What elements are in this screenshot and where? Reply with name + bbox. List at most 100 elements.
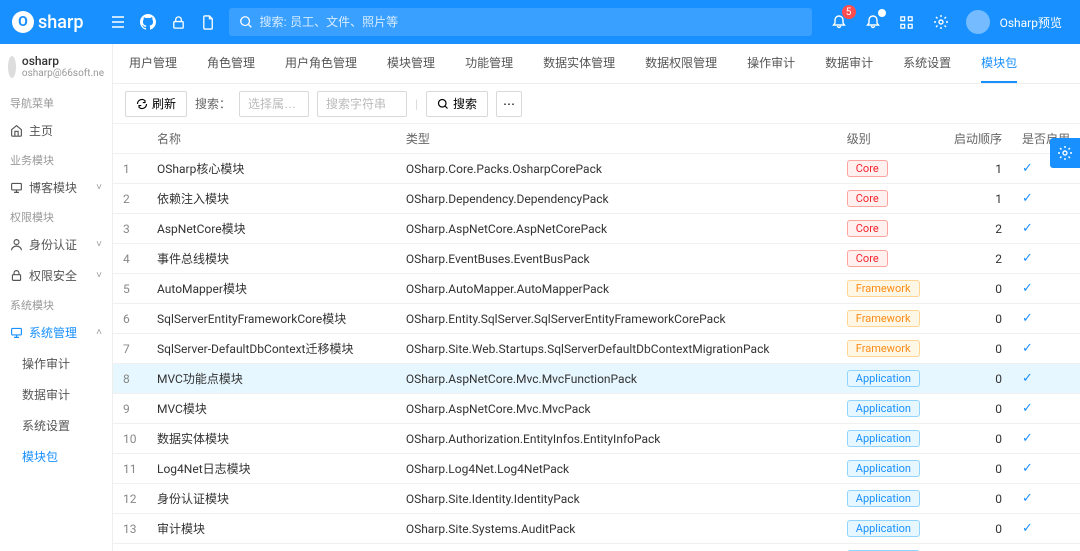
field-select[interactable]: [239, 91, 309, 117]
packs-table: 名称 类型 级别 启动顺序 是否启用 1 OSharp核心模块 OSharp.C…: [113, 124, 1080, 551]
row-index: 14: [113, 544, 147, 551]
table-row[interactable]: 8 MVC功能点模块 OSharp.AspNetCore.Mvc.MvcFunc…: [113, 364, 1080, 394]
tab-sys-setting[interactable]: 系统设置: [903, 44, 951, 83]
row-level: Framework: [837, 274, 944, 304]
nav-item-label: 模块包: [22, 448, 58, 465]
row-name: AutoMapper模块: [147, 274, 396, 304]
alert-dot: [878, 9, 886, 17]
brand[interactable]: O sharp: [12, 11, 83, 33]
sidebar-user-email: osharp@66soft.ne: [22, 68, 104, 79]
row-order: 0: [944, 454, 1012, 484]
alert-bell-icon[interactable]: [858, 7, 888, 37]
more-button[interactable]: ⋯: [496, 91, 522, 117]
table-header-row: 名称 类型 级别 启动顺序 是否启用: [113, 124, 1080, 154]
row-index: 2: [113, 184, 147, 214]
nav-item-label: 系统管理: [29, 324, 77, 341]
row-level: Application: [837, 364, 944, 394]
table-row[interactable]: 10 数据实体模块 OSharp.Authorization.EntityInf…: [113, 424, 1080, 454]
table-row[interactable]: 9 MVC模块 OSharp.AspNetCore.Mvc.MvcPack Ap…: [113, 394, 1080, 424]
table-row[interactable]: 1 OSharp核心模块 OSharp.Core.Packs.OsharpCor…: [113, 154, 1080, 184]
tab-op-audit[interactable]: 操作审计: [747, 44, 795, 83]
nav-group-label: 系统模块: [0, 291, 112, 317]
row-type: OSharp.EventBuses.EventBusPack: [396, 244, 837, 274]
sidebar-item-packs[interactable]: 模块包: [0, 441, 112, 472]
tab-user-role[interactable]: 用户角色管理: [285, 44, 357, 83]
tab-entity-mgr[interactable]: 数据实体管理: [543, 44, 615, 83]
grid-apps-icon[interactable]: [892, 7, 922, 37]
search-icon: [239, 15, 253, 29]
row-enabled: ✓: [1012, 304, 1080, 334]
table-row[interactable]: 7 SqlServer-DefaultDbContext迁移模块 OSharp.…: [113, 334, 1080, 364]
row-enabled: ✓: [1012, 424, 1080, 454]
sidebar-user[interactable]: osharp osharp@66soft.ne: [0, 50, 112, 89]
row-level: Core: [837, 214, 944, 244]
user-avatar[interactable]: [966, 10, 990, 34]
tab-user-mgr[interactable]: 用户管理: [129, 44, 177, 83]
refresh-icon: [136, 98, 148, 110]
lock-icon[interactable]: [163, 7, 193, 37]
row-level: Application: [837, 424, 944, 454]
theme-settings-fab[interactable]: [1050, 138, 1080, 168]
table-row[interactable]: 11 Log4Net日志模块 OSharp.Log4Net.Log4NetPac…: [113, 454, 1080, 484]
tab-role-mgr[interactable]: 角色管理: [207, 44, 255, 83]
notification-bell-icon[interactable]: 5: [824, 7, 854, 37]
sidebar-item-sysmgr[interactable]: 系统管理 ˄: [0, 317, 112, 348]
toolbar: 刷新 搜索： | 搜索 ⋯: [113, 84, 1080, 124]
sidebar-item-settings[interactable]: 系统设置: [0, 410, 112, 441]
sidebar-item-security[interactable]: 权限安全˅: [0, 260, 112, 291]
tab-packs[interactable]: 模块包: [981, 44, 1017, 83]
global-search[interactable]: [229, 8, 811, 36]
row-level: Application: [837, 544, 944, 551]
row-type: OSharp.Site.Identity.IdentityPack: [396, 484, 837, 514]
sidebar-item-identity[interactable]: 身份认证˅: [0, 229, 112, 260]
github-icon[interactable]: [133, 7, 163, 37]
tab-auth-mgr[interactable]: 数据权限管理: [645, 44, 717, 83]
table-row[interactable]: 4 事件总线模块 OSharp.EventBuses.EventBusPack …: [113, 244, 1080, 274]
row-order: 0: [944, 274, 1012, 304]
refresh-button[interactable]: 刷新: [125, 91, 187, 117]
search-button[interactable]: 搜索: [426, 91, 488, 117]
sidebar-item-opaudit[interactable]: 操作审计: [0, 348, 112, 379]
tab-data-audit[interactable]: 数据审计: [825, 44, 873, 83]
row-level: Framework: [837, 304, 944, 334]
table-row[interactable]: 14 系统信息模块 OSharp.Systems.SystemPack Appl…: [113, 544, 1080, 551]
table-row[interactable]: 2 依赖注入模块 OSharp.Dependency.DependencyPac…: [113, 184, 1080, 214]
table-row[interactable]: 3 AspNetCore模块 OSharp.AspNetCore.AspNetC…: [113, 214, 1080, 244]
lock-icon: [10, 269, 23, 282]
username[interactable]: Osharp预览: [1000, 14, 1062, 31]
row-order: 0: [944, 424, 1012, 454]
sidebar-user-avatar: [8, 56, 16, 78]
tab-func-mgr[interactable]: 功能管理: [465, 44, 513, 83]
document-icon[interactable]: [193, 7, 223, 37]
row-order: 2: [944, 244, 1012, 274]
row-enabled: ✓: [1012, 274, 1080, 304]
table-row[interactable]: 6 SqlServerEntityFrameworkCore模块 OSharp.…: [113, 304, 1080, 334]
row-level: Application: [837, 394, 944, 424]
col-level[interactable]: 级别: [837, 124, 944, 154]
table-row[interactable]: 13 审计模块 OSharp.Site.Systems.AuditPack Ap…: [113, 514, 1080, 544]
search-input[interactable]: [259, 15, 801, 29]
row-type: OSharp.Dependency.DependencyPack: [396, 184, 837, 214]
keyword-input[interactable]: [317, 91, 407, 117]
table-row[interactable]: 12 身份认证模块 OSharp.Site.Identity.IdentityP…: [113, 484, 1080, 514]
col-type[interactable]: 类型: [396, 124, 837, 154]
settings-gear-icon[interactable]: [926, 7, 956, 37]
sidebar-item-blog[interactable]: 博客模块˅: [0, 172, 112, 203]
row-index: 1: [113, 154, 147, 184]
notification-badge: 5: [842, 5, 856, 19]
sidebar-item-dataaudit[interactable]: 数据审计: [0, 379, 112, 410]
row-enabled: ✓: [1012, 514, 1080, 544]
tab-module-mgr[interactable]: 模块管理: [387, 44, 435, 83]
row-type: OSharp.AutoMapper.AutoMapperPack: [396, 274, 837, 304]
brand-text: sharp: [38, 12, 83, 33]
row-name: 数据实体模块: [147, 424, 396, 454]
col-name[interactable]: 名称: [147, 124, 396, 154]
chevron-up-icon: ˄: [96, 327, 102, 338]
row-type: OSharp.Site.Systems.AuditPack: [396, 514, 837, 544]
sidebar-item-home[interactable]: 主页: [0, 115, 112, 146]
row-name: MVC模块: [147, 394, 396, 424]
table-row[interactable]: 5 AutoMapper模块 OSharp.AutoMapper.AutoMap…: [113, 274, 1080, 304]
col-order[interactable]: 启动顺序: [944, 124, 1012, 154]
row-order: 0: [944, 334, 1012, 364]
menu-collapse-icon[interactable]: [103, 7, 133, 37]
